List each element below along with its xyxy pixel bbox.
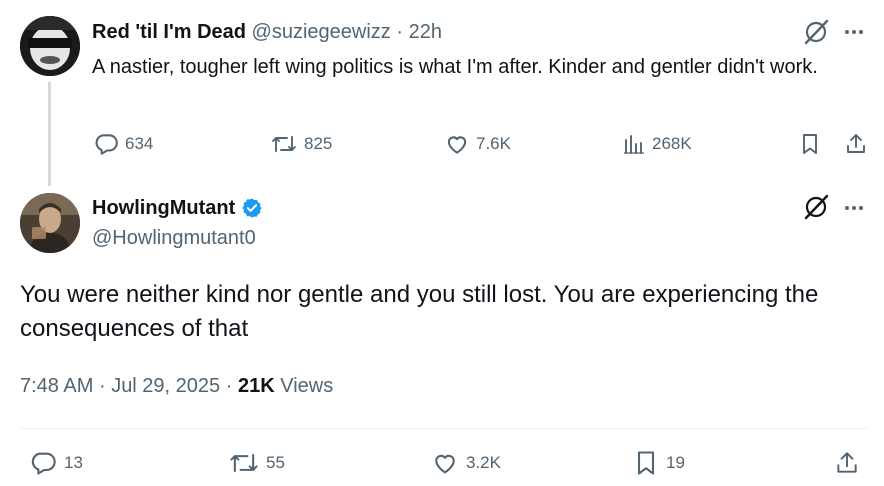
reply-icon — [28, 449, 58, 477]
parent-like-count: 7.6K — [476, 134, 511, 153]
main-like-button[interactable]: 3.2K — [430, 449, 501, 477]
main-views-label: Views — [280, 375, 334, 397]
parent-tweet-text: A nastier, tougher left wing politics is… — [92, 56, 818, 78]
main-bookmark-count: 19 — [666, 453, 685, 472]
main-like-count: 3.2K — [466, 453, 501, 472]
verified-badge-icon — [241, 197, 263, 219]
parent-repost-count: 825 — [304, 134, 333, 153]
thread-connector-line — [48, 82, 51, 186]
parent-views-count: 268K — [652, 134, 692, 153]
main-date[interactable]: Jul 29, 2025 — [111, 375, 220, 397]
views-icon — [622, 131, 646, 157]
main-repost-button[interactable]: 55 — [228, 449, 285, 477]
repost-icon — [228, 449, 260, 477]
main-share-button[interactable] — [834, 449, 860, 477]
main-tweet-text: You were neither kind nor gentle and you… — [20, 281, 819, 342]
more-icon — [842, 27, 866, 49]
main-handle[interactable]: @Howlingmutant0 — [92, 226, 256, 250]
main-reply-button[interactable]: 13 — [28, 449, 83, 477]
parent-grok-button[interactable] — [802, 18, 830, 46]
main-meta-sep-1: · — [98, 375, 106, 397]
parent-handle[interactable]: @suziegeewizz — [252, 21, 391, 43]
parent-more-button[interactable] — [842, 20, 866, 49]
main-header: HowlingMutant — [92, 196, 263, 220]
main-meta-sep-2: · — [225, 375, 233, 397]
main-repost-count: 55 — [266, 453, 285, 472]
main-tweet-meta: 7:48 AM · Jul 29, 2025 · 21K Views — [20, 373, 333, 399]
parent-repost-button[interactable]: 825 — [270, 131, 332, 157]
more-icon — [842, 206, 866, 224]
reply-icon — [93, 131, 119, 157]
main-reply-count: 13 — [64, 453, 83, 472]
actions-divider — [20, 428, 868, 429]
main-display-name[interactable]: HowlingMutant — [92, 196, 235, 220]
bookmark-icon — [632, 449, 660, 477]
main-time[interactable]: 7:48 AM — [20, 375, 93, 397]
parent-reply-count: 634 — [125, 134, 154, 153]
parent-reply-button[interactable]: 634 — [93, 131, 153, 157]
parent-time[interactable]: 22h — [409, 21, 442, 43]
repost-icon — [270, 131, 298, 157]
main-views-count: 21K — [237, 375, 275, 397]
parent-like-button[interactable]: 7.6K — [444, 131, 511, 157]
share-icon — [844, 131, 868, 157]
parent-share-button[interactable] — [844, 131, 868, 157]
parent-bookmark-button[interactable] — [798, 131, 822, 157]
like-icon — [444, 131, 470, 157]
bookmark-icon — [798, 131, 822, 157]
parent-display-name[interactable]: Red 'til I'm Dead — [92, 21, 246, 43]
grok-icon — [802, 18, 830, 46]
parent-views-button[interactable]: 268K — [622, 131, 692, 157]
parent-avatar[interactable] — [20, 16, 80, 76]
main-bookmark-button[interactable]: 19 — [632, 449, 685, 477]
main-more-button[interactable] — [842, 196, 866, 225]
parent-tweet-header: Red 'til I'm Dead @suziegeewizz · 22h — [92, 20, 442, 44]
main-avatar[interactable] — [20, 193, 80, 253]
like-icon — [430, 449, 460, 477]
share-icon — [834, 449, 860, 477]
main-grok-button[interactable] — [802, 193, 830, 221]
grok-icon — [802, 193, 830, 221]
parent-separator: · — [396, 21, 404, 43]
